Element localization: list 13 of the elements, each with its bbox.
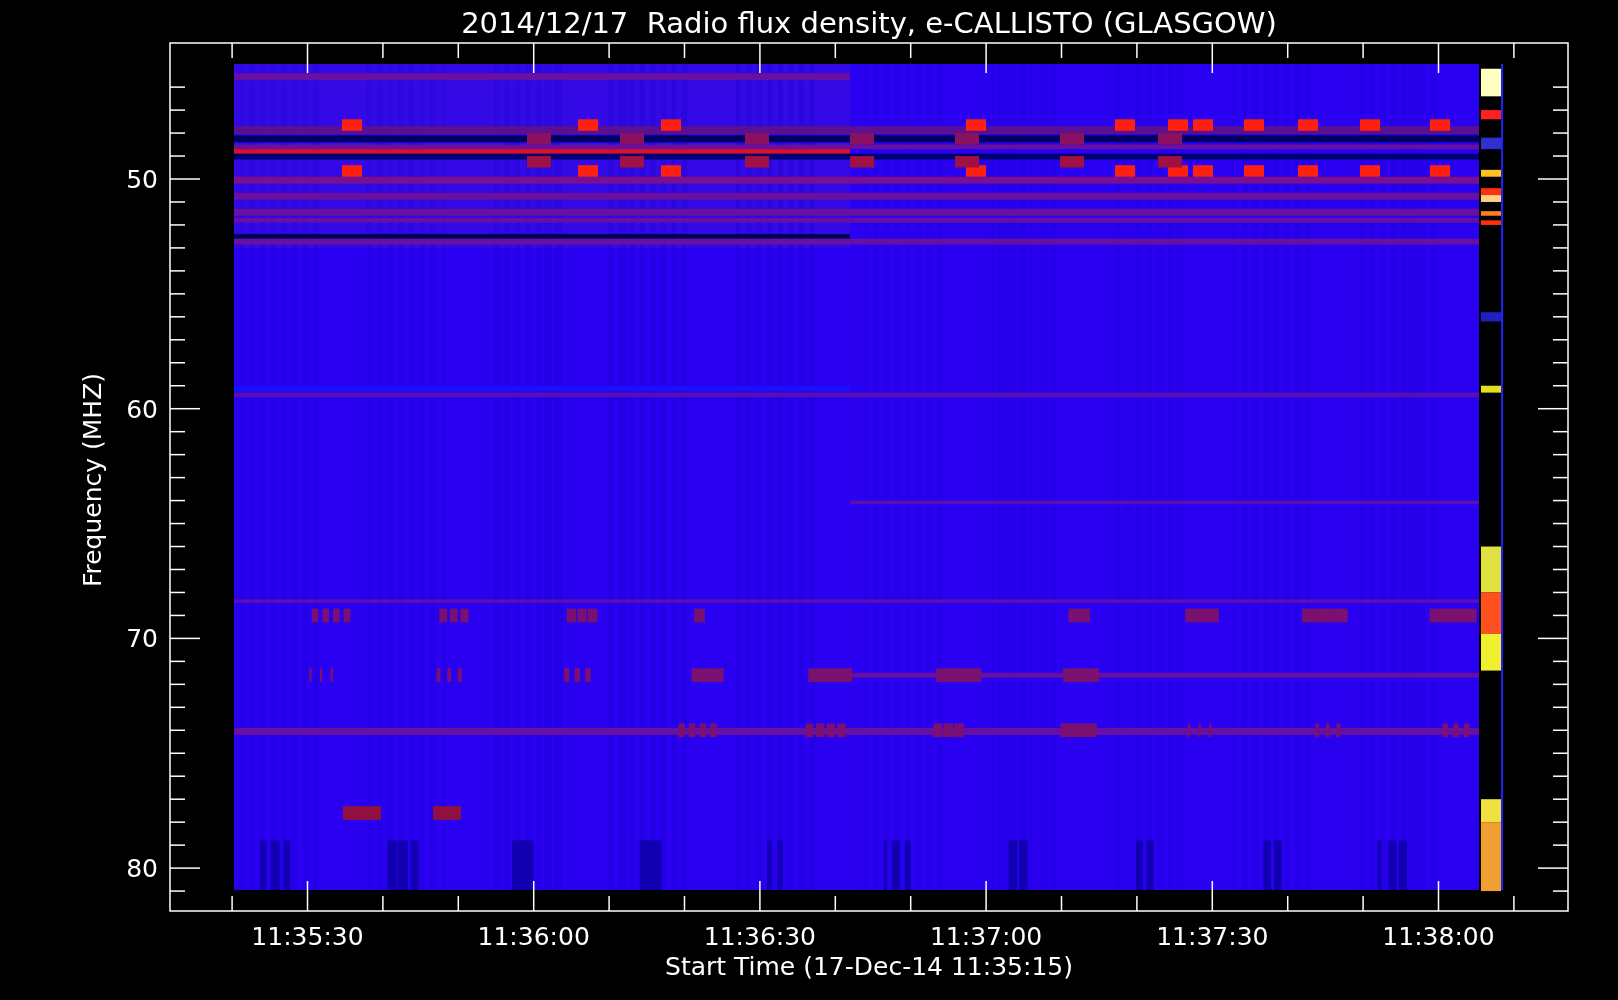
x-tick-label: 11:38:00 (1382, 922, 1495, 951)
y-tick-label: 70 (126, 624, 158, 654)
x-tick-label: 11:36:00 (477, 922, 590, 951)
y-axis-label: Frequency (MHZ) (78, 372, 107, 588)
x-tick-label: 11:37:30 (1156, 922, 1269, 951)
x-axis-label: Start Time (17-Dec-14 11:35:15) (665, 952, 1073, 981)
chart-title: 2014/12/17 Radio flux density, e-CALLISTO (GLASGOW) (461, 6, 1277, 40)
x-tick-label: 11:37:00 (929, 922, 1043, 951)
x-tick-label: 11:36:30 (703, 922, 817, 951)
y-tick-label: 80 (126, 854, 158, 884)
y-tick-label: 50 (126, 165, 158, 194)
y-tick-label: 60 (126, 394, 158, 424)
x-tick-label: 11:35:30 (251, 922, 364, 951)
